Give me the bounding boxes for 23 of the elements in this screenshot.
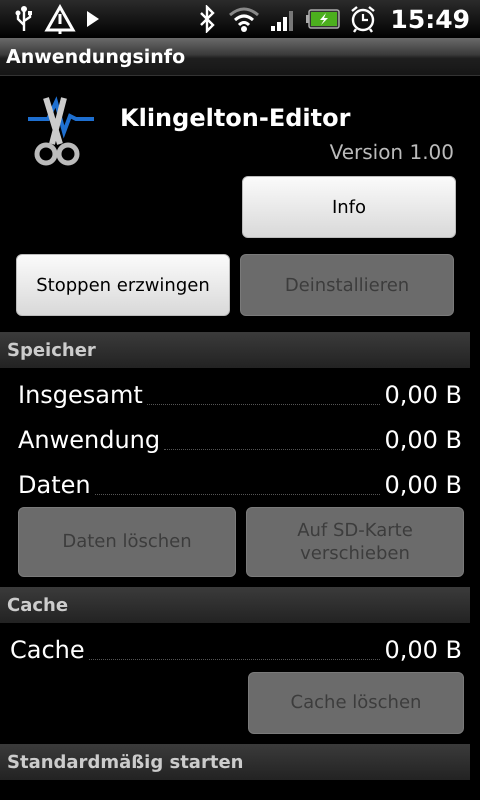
warning-icon [44, 4, 76, 34]
usb-icon [14, 5, 34, 33]
button[interactable]: Info [242, 176, 456, 238]
button[interactable]: Stoppen erzwingen [16, 254, 230, 316]
row-value: 0,00 B [384, 470, 462, 498]
row-label: Daten [18, 470, 91, 498]
section-header: Cache [0, 587, 470, 623]
play-icon [86, 10, 100, 28]
alarm-clock-icon [350, 5, 376, 33]
app-name: Klingelton-Editor [120, 104, 352, 132]
section-header: Speicher [0, 332, 470, 368]
row-value: 0,00 B [384, 636, 462, 664]
row-label: Cache [10, 636, 85, 664]
status-time: 15:49 [390, 4, 470, 34]
app-version: Version 1.00 [330, 140, 454, 164]
row-label: Insgesamt [18, 380, 143, 408]
row-label: Anwendung [18, 426, 160, 454]
battery-icon [306, 9, 340, 29]
section-header: Standardmäßig starten [0, 744, 470, 780]
row-value: 0,00 B [384, 426, 462, 454]
wifi-icon [228, 6, 260, 32]
screen-title: Anwendungsinfo [6, 46, 186, 68]
row-value: 0,00 B [384, 380, 462, 408]
